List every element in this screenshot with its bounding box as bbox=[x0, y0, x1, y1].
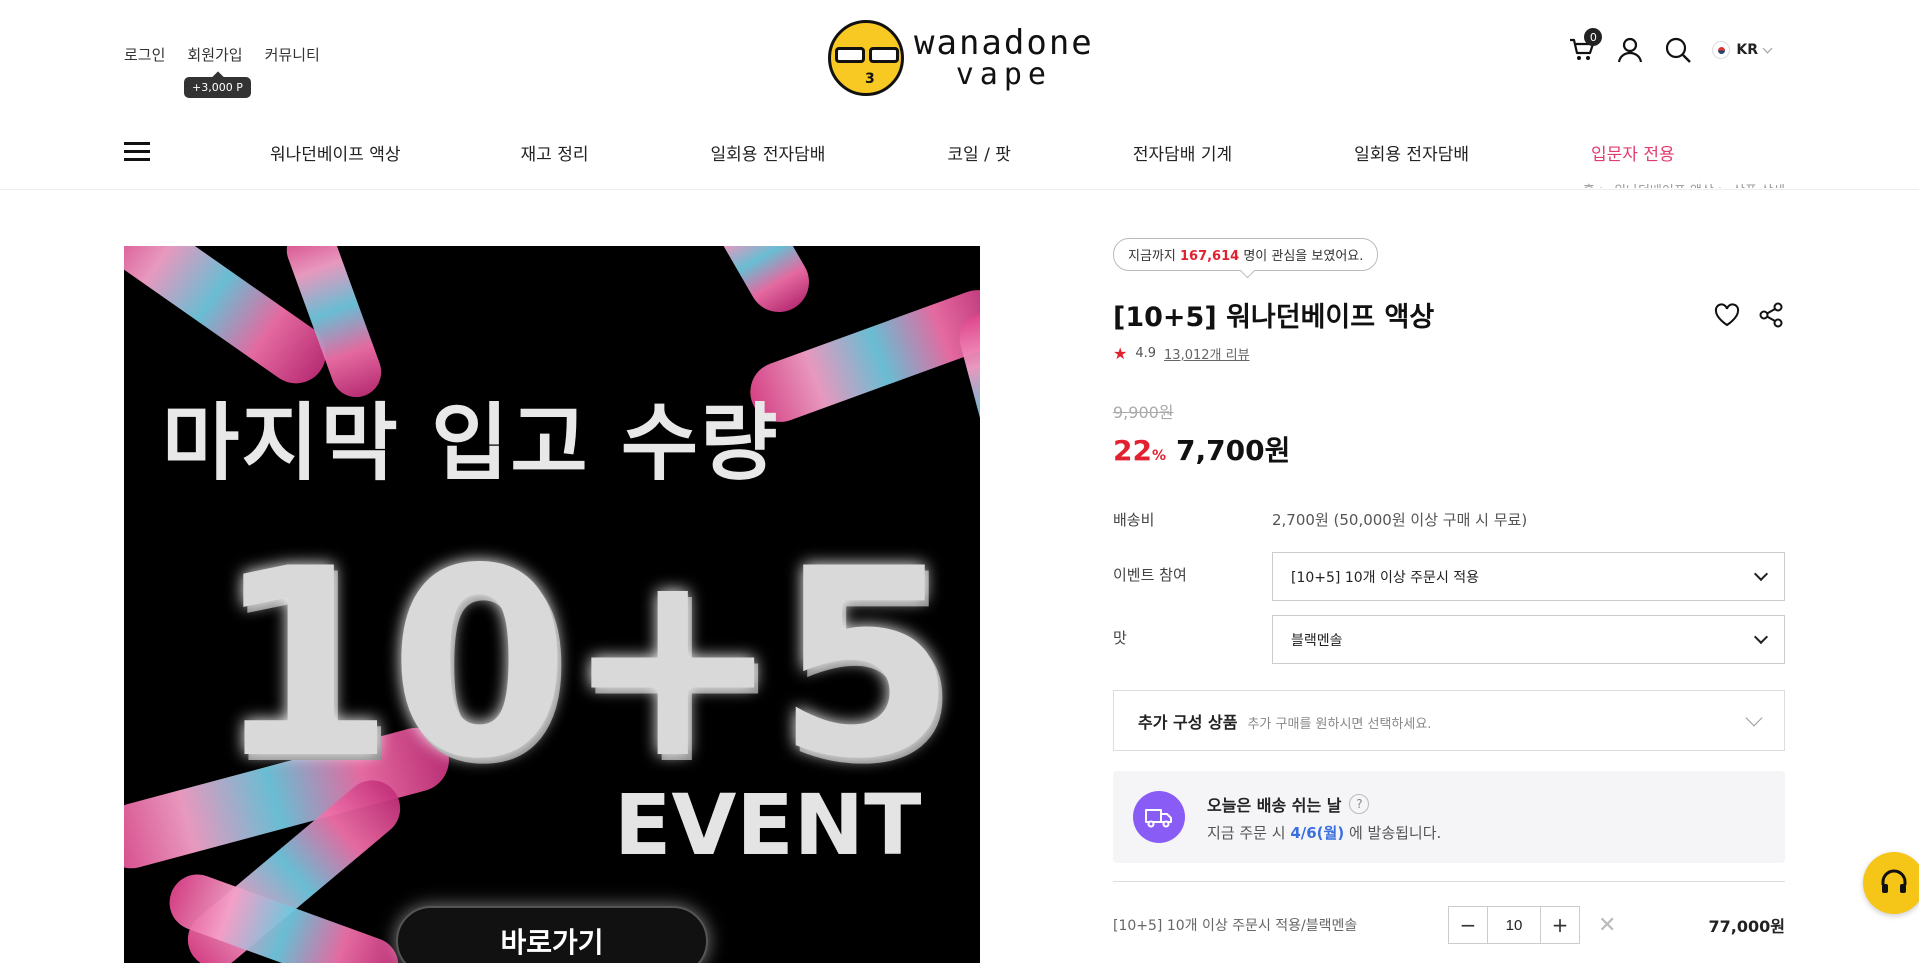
product-info-panel: 지금까지 167,614 명이 관심을 보였어요. [10+5] 워나던베이프 … bbox=[1113, 238, 1785, 944]
account-button[interactable] bbox=[1616, 36, 1644, 64]
discount-unit: % bbox=[1151, 448, 1166, 464]
event-option-select[interactable]: [10+5] 10개 이상 주문시 적용 bbox=[1272, 552, 1785, 601]
original-price: 9,900원 bbox=[1113, 403, 1174, 422]
ship-desc-suffix: 에 발송됩니다. bbox=[1344, 823, 1442, 842]
top-links: 로그인 회원가입 커뮤니티 bbox=[124, 44, 320, 65]
addon-subtitle: 추가 구매를 원하시면 선택하세요. bbox=[1247, 716, 1432, 732]
nav-item-device[interactable]: 전자담배 기계 bbox=[1133, 140, 1232, 165]
image-go-button[interactable]: 바로가기 bbox=[396, 906, 708, 963]
image-event-text: EVENT bbox=[614, 776, 922, 874]
site-logo[interactable]: 3 wanadone vape bbox=[828, 20, 1094, 96]
nav-item-liquid[interactable]: 워나던베이프 액상 bbox=[270, 140, 401, 165]
rating-value: 4.9 bbox=[1135, 346, 1157, 361]
language-code: KR bbox=[1736, 42, 1758, 58]
ship-date: 4/6(월) bbox=[1290, 823, 1345, 842]
nav-item-beginner[interactable]: 입문자 전용 bbox=[1591, 140, 1675, 165]
quantity-stepper: − + bbox=[1448, 906, 1580, 944]
heart-icon[interactable] bbox=[1713, 301, 1741, 329]
addon-title-text: 추가 구성 상품 bbox=[1138, 712, 1238, 732]
chevron-down-icon bbox=[1753, 629, 1769, 644]
shipping-notice-title-text: 오늘은 배송 쉬는 날 bbox=[1207, 795, 1342, 815]
product-title: [10+5] 워나던베이프 액상 bbox=[1113, 302, 1435, 333]
nav-item-disposable[interactable]: 일회용 전자담배 bbox=[711, 140, 826, 165]
title-actions bbox=[1713, 301, 1785, 329]
user-icon bbox=[1618, 37, 1643, 63]
interest-prefix: 지금까지 bbox=[1128, 249, 1180, 264]
logo-line1: wanadone bbox=[914, 23, 1094, 63]
rating-row: ★ 4.9 13,012개 리뷰 bbox=[1113, 344, 1785, 363]
korea-flag-icon bbox=[1712, 41, 1731, 59]
chevron-down-icon bbox=[1753, 566, 1769, 581]
search-button[interactable] bbox=[1664, 36, 1692, 64]
quantity-input[interactable] bbox=[1487, 907, 1541, 943]
review-count-link[interactable]: 13,012개 리뷰 bbox=[1164, 344, 1250, 363]
flavor-option-label: 맛 bbox=[1113, 629, 1127, 647]
event-option-row: 이벤트 참여 [10+5] 10개 이상 주문시 적용 bbox=[1113, 552, 1785, 601]
help-icon[interactable]: ? bbox=[1349, 793, 1370, 814]
headset-icon bbox=[1881, 869, 1907, 893]
image-promo-number: 10+5 bbox=[214, 514, 957, 816]
discount-rate: 22% bbox=[1113, 434, 1166, 467]
selected-option-name: [10+5] 10개 이상 주문시 적용/블랙멘솔 bbox=[1113, 918, 1358, 934]
addon-title: 추가 구성 상품 추가 구매를 원하시면 선택하세요. bbox=[1138, 709, 1431, 733]
nav-items: 워나던베이프 액상 재고 정리 일회용 전자담배 코일 / 팟 전자담배 기계 … bbox=[270, 140, 1675, 165]
discount-value: 22 bbox=[1113, 434, 1152, 467]
chevron-down-icon bbox=[1745, 709, 1763, 726]
divider bbox=[1113, 881, 1785, 882]
logo-wordmark: wanadone vape bbox=[914, 26, 1094, 90]
header-icons: 0 KR bbox=[1568, 28, 1773, 64]
star-icon: ★ bbox=[1113, 344, 1128, 363]
price-row: 22% 7,700원 bbox=[1113, 429, 1785, 469]
flavor-option-value: 블랙멘솔 bbox=[1291, 632, 1343, 649]
event-option-label: 이벤트 참여 bbox=[1113, 566, 1187, 584]
breadcrumb: 홈 > 워나던베이프 액상 > 상품 상세 bbox=[1583, 180, 1785, 188]
interest-count: 167,614 bbox=[1179, 249, 1240, 264]
shipping-notice-desc: 지금 주문 시 4/6(월) 에 발송됩니다. bbox=[1207, 822, 1441, 843]
interest-suffix: 명이 관심을 보였어요. bbox=[1239, 249, 1364, 264]
addon-products-dropdown[interactable]: 추가 구성 상품 추가 구매를 원하시면 선택하세요. bbox=[1113, 690, 1785, 751]
community-link[interactable]: 커뮤니티 bbox=[265, 44, 320, 65]
event-option-value: [10+5] 10개 이상 주문시 적용 bbox=[1291, 569, 1480, 586]
shipping-notice-title: 오늘은 배송 쉬는 날? bbox=[1207, 792, 1441, 816]
remove-option-icon[interactable]: ✕ bbox=[1598, 913, 1616, 938]
login-link[interactable]: 로그인 bbox=[124, 44, 165, 65]
shipping-notice-text: 오늘은 배송 쉬는 날? 지금 주문 시 4/6(월) 에 발송됩니다. bbox=[1207, 792, 1441, 843]
language-selector[interactable]: KR bbox=[1712, 41, 1773, 59]
truck-icon bbox=[1133, 791, 1185, 843]
ship-desc-prefix: 지금 주문 시 bbox=[1207, 823, 1291, 842]
cart-button[interactable]: 0 bbox=[1568, 28, 1603, 64]
shipping-notice: 오늘은 배송 쉬는 날? 지금 주문 시 4/6(월) 에 발송됩니다. bbox=[1113, 771, 1785, 863]
interest-badge: 지금까지 167,614 명이 관심을 보였어요. bbox=[1113, 238, 1379, 271]
flavor-option-select[interactable]: 블랙멘솔 bbox=[1272, 615, 1785, 664]
logo-line2: vape bbox=[955, 57, 1052, 92]
cart-count-badge: 0 bbox=[1584, 28, 1603, 46]
title-row: [10+5] 워나던베이프 액상 bbox=[1113, 295, 1785, 334]
search-icon bbox=[1666, 37, 1692, 63]
signup-link[interactable]: 회원가입 bbox=[187, 44, 242, 65]
logo-mascot-icon: 3 bbox=[828, 20, 904, 96]
menu-icon[interactable] bbox=[124, 142, 150, 162]
customer-service-button[interactable] bbox=[1863, 852, 1919, 914]
ribbon-decoration bbox=[708, 246, 820, 323]
flavor-option-row: 맛 블랙멘솔 bbox=[1113, 615, 1785, 664]
sale-price: 7,700원 bbox=[1176, 434, 1291, 467]
quantity-decrease-button[interactable]: − bbox=[1449, 907, 1487, 943]
shipping-fee-value: 2,700원 (50,000원 이상 구매 시 무료) bbox=[1272, 511, 1528, 529]
shipping-fee-row: 배송비 2,700원 (50,000원 이상 구매 시 무료) bbox=[1113, 509, 1785, 530]
image-headline: 마지막 입고 수량 bbox=[162, 394, 780, 492]
share-icon[interactable] bbox=[1757, 301, 1785, 329]
shipping-fee-label: 배송비 bbox=[1113, 511, 1155, 529]
line-total-price: 77,000원 bbox=[1708, 917, 1785, 936]
nav-item-clearance[interactable]: 재고 정리 bbox=[521, 140, 589, 165]
nav-item-coil-pod[interactable]: 코일 / 팟 bbox=[947, 140, 1010, 165]
nav-item-disposable-2[interactable]: 일회용 전자담배 bbox=[1354, 140, 1469, 165]
product-main-image[interactable]: 마지막 입고 수량 10+5 EVENT 바로가기 bbox=[124, 246, 980, 963]
signup-points-tooltip: +3,000 P bbox=[184, 77, 251, 98]
quantity-increase-button[interactable]: + bbox=[1541, 907, 1579, 943]
selected-option-line: [10+5] 10개 이상 주문시 적용/블랙멘솔 − + ✕ 77,000원 bbox=[1113, 906, 1785, 944]
chevron-down-icon bbox=[1762, 43, 1773, 53]
